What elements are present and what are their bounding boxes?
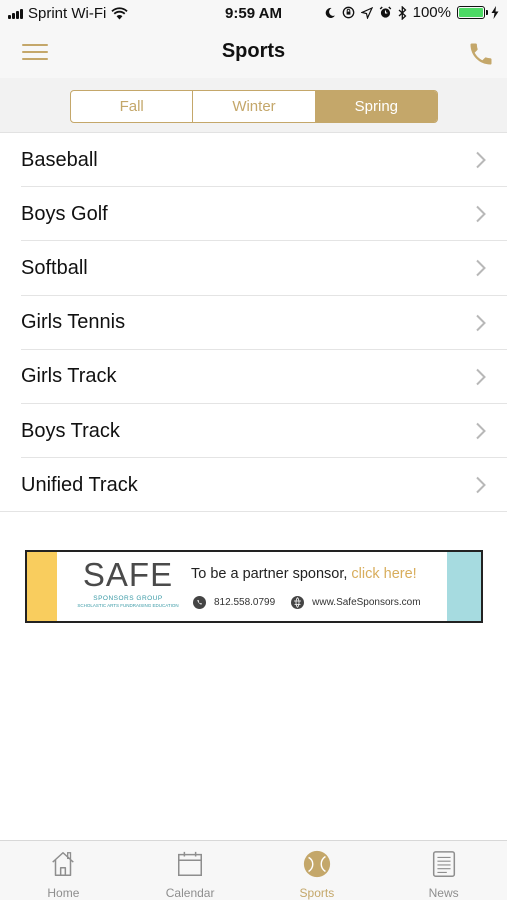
- safe-logo: SAFE SPONSORS GROUP SCHOLASTIC ARTS FUND…: [75, 556, 181, 609]
- banner-content: SAFE SPONSORS GROUP SCHOLASTIC ARTS FUND…: [57, 552, 447, 621]
- tab-label: News: [428, 886, 459, 900]
- calendar-icon: [178, 851, 203, 876]
- chevron-right-icon: [476, 260, 486, 277]
- tab-sports[interactable]: Sports: [254, 841, 381, 900]
- phone-icon[interactable]: [467, 40, 495, 68]
- sport-label: Unified Track: [21, 473, 138, 496]
- chevron-right-icon: [476, 151, 486, 169]
- bottom-tab-bar: Home Calendar Sports News: [0, 840, 507, 900]
- news-icon: [432, 851, 455, 877]
- sports-list: Baseball Boys Golf Softball Girls Tennis…: [0, 133, 507, 513]
- status-right: 100%: [324, 4, 499, 21]
- season-segmented-control: Fall Winter Spring: [70, 90, 438, 123]
- tab-calendar[interactable]: Calendar: [127, 841, 254, 900]
- location-arrow-icon: [360, 6, 373, 19]
- page-title: Sports: [221, 40, 286, 62]
- sport-item-boys-golf[interactable]: Boys Golf: [0, 187, 507, 242]
- cta-text: To be a partner sponsor,: [191, 566, 348, 582]
- sport-label: Girls Track: [21, 365, 117, 388]
- sport-item-softball[interactable]: Softball: [0, 241, 507, 296]
- alarm-icon: [379, 6, 391, 18]
- sport-label: Baseball: [21, 148, 98, 171]
- moon-icon: [325, 7, 335, 18]
- banner-website: www.SafeSponsors.com: [312, 597, 421, 608]
- bluetooth-icon: [398, 5, 407, 20]
- chevron-right-icon: [476, 368, 486, 386]
- cta-link[interactable]: click here!: [351, 566, 416, 582]
- sport-item-boys-track[interactable]: Boys Track: [0, 403, 507, 459]
- battery-nub: [486, 10, 488, 15]
- chevron-right-icon: [476, 314, 486, 331]
- battery-icon: [457, 6, 488, 19]
- tab-home[interactable]: Home: [0, 841, 127, 900]
- banner-yellow-stripe: [27, 552, 57, 621]
- tab-label: Sports: [299, 886, 335, 900]
- brand-name: SAFE: [82, 556, 174, 593]
- season-winter-tab[interactable]: Winter: [192, 91, 314, 122]
- season-selector-bar: Fall Winter Spring: [0, 78, 507, 133]
- sport-label: Boys Track: [21, 419, 120, 442]
- phone-circle-icon: [193, 596, 206, 609]
- status-bar: Sprint Wi-Fi 9:59 AM 100%: [0, 0, 507, 28]
- sport-label: Girls Tennis: [21, 311, 126, 334]
- tab-label: Calendar: [165, 886, 215, 900]
- brand-subtitle: SPONSORS GROUP: [93, 595, 163, 602]
- sport-label: Softball: [21, 256, 88, 279]
- brand-tagline: SCHOLASTIC ARTS FUNDRAISING EDUCATION: [77, 603, 179, 608]
- sport-item-baseball[interactable]: Baseball: [0, 133, 507, 188]
- battery-percent: 100%: [412, 4, 451, 21]
- globe-icon: [291, 596, 305, 609]
- nav-bar: Sports: [0, 28, 507, 78]
- banner-teal-stripe: [447, 552, 481, 621]
- tab-label: Home: [47, 886, 80, 900]
- charging-bolt-icon: [491, 6, 499, 19]
- battery-fill: [459, 8, 483, 17]
- season-spring-tab[interactable]: Spring: [314, 91, 437, 122]
- chevron-right-icon: [476, 422, 486, 440]
- home-icon: [52, 852, 75, 876]
- sports-ball-icon: [303, 850, 330, 878]
- orientation-lock-icon: [342, 6, 354, 19]
- banner-cta: To be a partner sponsor, click here!: [191, 566, 417, 582]
- banner-phone: 812.558.0799: [214, 597, 276, 608]
- tab-news[interactable]: News: [380, 841, 507, 900]
- banner-contact: 812.558.0799 www.SafeSponsors.com: [193, 596, 421, 609]
- sponsor-banner[interactable]: SAFE SPONSORS GROUP SCHOLASTIC ARTS FUND…: [25, 550, 483, 623]
- sport-item-unified-track[interactable]: Unified Track: [0, 458, 507, 513]
- chevron-right-icon: [476, 206, 486, 223]
- sport-item-girls-track[interactable]: Girls Track: [0, 349, 507, 405]
- season-fall-tab[interactable]: Fall: [71, 91, 192, 122]
- sport-item-girls-tennis[interactable]: Girls Tennis: [0, 295, 507, 350]
- sport-label: Boys Golf: [21, 202, 108, 225]
- chevron-right-icon: [476, 477, 486, 494]
